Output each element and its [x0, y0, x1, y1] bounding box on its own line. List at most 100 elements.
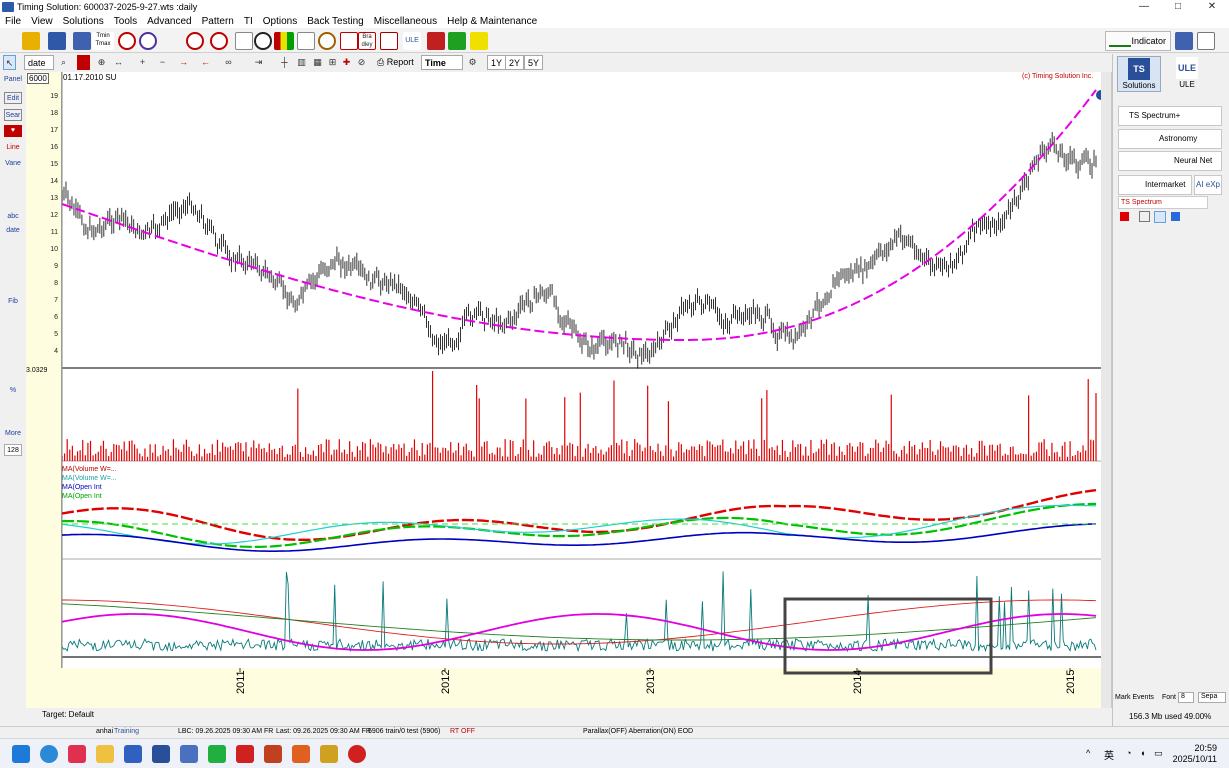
- arc-tool-icon[interactable]: [4, 309, 22, 321]
- scroll-left-icon[interactable]: ←: [199, 55, 212, 70]
- ime-indicator[interactable]: 英: [1104, 747, 1114, 762]
- app-orange2-icon[interactable]: [292, 745, 310, 763]
- tool-fib[interactable]: Fib: [4, 296, 22, 308]
- menu-advanced[interactable]: Advanced: [142, 16, 196, 27]
- bars-tool-icon[interactable]: [4, 400, 22, 412]
- tray-chevron-icon[interactable]: ^: [1086, 748, 1090, 758]
- checkbox[interactable]: [1171, 212, 1180, 221]
- menu-miscellaneous[interactable]: Miscellaneous: [369, 16, 442, 27]
- vertical-scrollbar[interactable]: [1101, 72, 1112, 708]
- astro-marker-icon[interactable]: ✚: [340, 55, 353, 70]
- wave-icon[interactable]: [340, 32, 358, 50]
- levels-tool-icon[interactable]: [4, 356, 22, 368]
- tool-abc[interactable]: abc: [4, 211, 22, 223]
- minimize-button[interactable]: —: [1127, 0, 1161, 14]
- forecast-icon[interactable]: [210, 32, 228, 50]
- target-icon[interactable]: [118, 32, 136, 50]
- chart-icon[interactable]: [73, 32, 91, 50]
- zoom-1y-button[interactable]: 1Y: [487, 55, 507, 70]
- event-icon[interactable]: [186, 32, 204, 50]
- app-circle-icon[interactable]: [348, 745, 366, 763]
- astronomy-button[interactable]: Astronomy: [1118, 129, 1222, 149]
- color-bar-icon[interactable]: [274, 32, 294, 50]
- music-icon[interactable]: [68, 745, 86, 763]
- tmin-tmax-button[interactable]: Tmin Tmax: [92, 32, 114, 50]
- clock[interactable]: 20:59 2025/10/11: [1173, 743, 1217, 765]
- volume-icon[interactable]: ◖: [1140, 748, 1145, 758]
- astro-icon[interactable]: [318, 32, 336, 50]
- app-red-icon[interactable]: [236, 745, 254, 763]
- table-icon[interactable]: [1139, 211, 1150, 222]
- tool-date[interactable]: date: [4, 225, 22, 237]
- cross-tool-icon[interactable]: [4, 270, 22, 282]
- calculator-icon[interactable]: [1175, 32, 1193, 50]
- tool-line[interactable]: Line: [4, 142, 22, 154]
- date-combo[interactable]: date: [24, 55, 54, 70]
- menu-options[interactable]: Options: [258, 16, 302, 27]
- time-combo[interactable]: Time: [421, 55, 463, 70]
- menu-back-testing[interactable]: Back Testing: [302, 16, 369, 27]
- select-arrow-icon[interactable]: ↖: [3, 55, 16, 70]
- settings-icon[interactable]: ⚙: [466, 55, 479, 70]
- green-icon[interactable]: [448, 32, 466, 50]
- line-chart-icon[interactable]: [235, 32, 253, 50]
- grid-icon[interactable]: [297, 32, 315, 50]
- cycle-icon[interactable]: [139, 32, 157, 50]
- battery-icon[interactable]: ▭: [1154, 748, 1163, 759]
- tool-vane[interactable]: Vane: [4, 158, 22, 170]
- trend-tool-icon[interactable]: [4, 176, 22, 188]
- open-file-icon[interactable]: [22, 32, 40, 50]
- erase-tool-icon[interactable]: [4, 326, 22, 338]
- wheel-tool-icon[interactable]: [4, 340, 22, 352]
- menu-file[interactable]: File: [0, 16, 26, 27]
- ule2-icon[interactable]: [427, 32, 445, 50]
- zoom-5y-button[interactable]: 5Y: [524, 55, 544, 70]
- menu-solutions[interactable]: Solutions: [58, 16, 109, 27]
- stop-icon[interactable]: [77, 55, 90, 70]
- tool-more[interactable]: More: [4, 428, 22, 440]
- link-icon[interactable]: ∞: [222, 55, 235, 70]
- align-icon[interactable]: ⇥: [252, 55, 265, 70]
- app-orange-icon[interactable]: [264, 745, 282, 763]
- wechat-icon[interactable]: [208, 745, 226, 763]
- sepa-combo[interactable]: Sepa: [1198, 692, 1226, 703]
- start-icon[interactable]: [12, 745, 30, 763]
- folder-icon[interactable]: [96, 745, 114, 763]
- vline-icon[interactable]: ┼: [278, 55, 291, 70]
- wifi-icon[interactable]: ◔: [1126, 748, 1131, 758]
- phase-icon[interactable]: ⊘: [355, 55, 368, 70]
- red-swatch[interactable]: [1120, 212, 1129, 221]
- ule-button[interactable]: ULE: [403, 32, 421, 50]
- maximize-button[interactable]: □: [1161, 0, 1195, 14]
- report-button[interactable]: ⎙ Report: [377, 55, 414, 70]
- yellow-icon[interactable]: [470, 32, 488, 50]
- tool-edit[interactable]: Edit: [4, 92, 22, 104]
- edge-icon[interactable]: [40, 745, 58, 763]
- channel-tool-icon[interactable]: [4, 242, 22, 254]
- bradley-button[interactable]: Bra dley: [358, 32, 376, 50]
- grid-view-icon[interactable]: ▦: [311, 55, 324, 70]
- solutions-button[interactable]: TS Solutions: [1117, 56, 1161, 92]
- intermarket-button[interactable]: Intermarket: [1118, 175, 1192, 195]
- zoom-2y-button[interactable]: 2Y: [505, 55, 525, 70]
- ai-exp-button[interactable]: AI eXp: [1194, 175, 1222, 195]
- zoom-out-icon[interactable]: −: [156, 55, 169, 70]
- timing-solution-icon[interactable]: [152, 745, 170, 763]
- save-icon[interactable]: [48, 32, 66, 50]
- magnifier-icon[interactable]: ⌕: [57, 55, 70, 70]
- app-yellow-icon[interactable]: [320, 745, 338, 763]
- menu-pattern[interactable]: Pattern: [197, 16, 239, 27]
- zigzag-tool-icon[interactable]: [4, 284, 22, 296]
- zoom-in-icon[interactable]: +: [136, 55, 149, 70]
- chart-area[interactable]: 2011 2012 2013 2014 2015: [26, 72, 1112, 708]
- ts-spectrum-button[interactable]: TS Spectrum+: [1118, 106, 1222, 126]
- tool-panel[interactable]: Panel: [4, 74, 22, 86]
- calculator-app-icon[interactable]: [124, 745, 142, 763]
- tool-search[interactable]: Sear: [4, 109, 22, 121]
- zoom-icon[interactable]: ⊕: [95, 55, 108, 70]
- font-size-input[interactable]: 8: [1178, 692, 1194, 703]
- window-icon[interactable]: [1197, 32, 1215, 50]
- timeline-icon[interactable]: ⊞: [326, 55, 339, 70]
- overlay-icon[interactable]: [380, 32, 398, 50]
- mark-events-checkbox[interactable]: Mark Events: [1115, 694, 1154, 701]
